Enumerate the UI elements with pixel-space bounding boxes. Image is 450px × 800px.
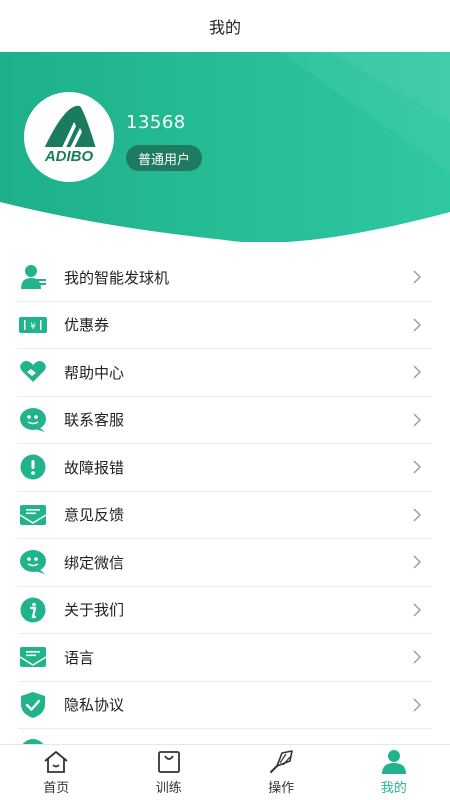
menu-item-label: 绑定微信 <box>64 553 125 572</box>
tab-label: 首页 <box>43 781 70 796</box>
chat-icon <box>18 405 48 435</box>
person-icon <box>381 749 407 775</box>
menu-item-contact-support[interactable]: 联系客服 <box>18 397 432 444</box>
chevron-right-icon <box>410 270 424 284</box>
profile-page: 我的 ADIBO 13568 普通用户 我的智能发球机 ¥ 优惠券 帮助中心 联… <box>0 0 450 800</box>
shuttlecock-icon <box>268 749 294 775</box>
chevron-right-icon <box>410 413 424 427</box>
tab-training[interactable]: 训练 <box>113 745 226 800</box>
menu-item-privacy-policy[interactable]: 隐私协议 <box>18 682 432 729</box>
menu-item-bind-wechat[interactable]: 绑定微信 <box>18 539 432 587</box>
menu-item-label: 语言 <box>64 648 95 667</box>
tab-mine[interactable]: 我的 <box>338 745 450 800</box>
bottom-tab-bar: 首页 训练 操作 我的 <box>0 744 450 800</box>
bag-icon <box>156 749 182 775</box>
svg-text:ADIBO: ADIBO <box>44 148 94 165</box>
menu-item-report-fault[interactable]: 故障报错 <box>18 444 432 492</box>
menu-item-my-device[interactable]: 我的智能发球机 <box>18 254 432 302</box>
handshake-icon <box>18 357 48 387</box>
menu-item-about-us[interactable]: 关于我们 <box>18 587 432 634</box>
brand-logo: ADIBO <box>24 92 114 182</box>
user-device-icon <box>18 262 48 292</box>
mail-icon <box>18 642 48 672</box>
title-bar: 我的 <box>0 0 450 52</box>
settings-menu: 我的智能发球机 ¥ 优惠券 帮助中心 联系客服 故障报错 意见反馈 绑定微信 关… <box>18 254 432 729</box>
home-icon <box>43 749 69 775</box>
menu-item-label: 隐私协议 <box>64 696 125 715</box>
mail-icon <box>18 500 48 530</box>
menu-item-label: 优惠券 <box>64 316 110 335</box>
profile-header: ADIBO 13568 普通用户 <box>0 52 450 242</box>
menu-item-label: 我的智能发球机 <box>64 268 170 287</box>
menu-item-feedback[interactable]: 意见反馈 <box>18 492 432 539</box>
user-phone: 13568 <box>126 112 186 133</box>
menu-item-label: 关于我们 <box>64 601 125 620</box>
menu-item-label: 联系客服 <box>64 411 125 430</box>
svg-text:¥: ¥ <box>30 322 36 332</box>
chevron-right-icon <box>410 555 424 569</box>
menu-item-language[interactable]: 语言 <box>18 634 432 682</box>
info-icon <box>18 595 48 625</box>
avatar[interactable]: ADIBO <box>24 92 114 182</box>
menu-item-label: 意见反馈 <box>64 506 125 525</box>
user-role-badge: 普通用户 <box>126 145 203 171</box>
tab-home[interactable]: 首页 <box>0 745 113 800</box>
menu-item-label: 帮助中心 <box>64 363 125 382</box>
tab-label: 我的 <box>380 781 407 796</box>
menu-item-help-center[interactable]: 帮助中心 <box>18 349 432 397</box>
shield-check-icon <box>18 690 48 720</box>
alert-icon <box>18 452 48 482</box>
chevron-right-icon <box>410 603 424 617</box>
tab-label: 训练 <box>155 781 182 796</box>
menu-item-label: 故障报错 <box>64 458 125 477</box>
coupon-icon: ¥ <box>18 310 48 340</box>
chevron-right-icon <box>410 365 424 379</box>
chevron-right-icon <box>410 698 424 712</box>
chevron-right-icon <box>410 318 424 332</box>
tab-label: 操作 <box>268 781 295 796</box>
menu-item-coupons[interactable]: ¥ 优惠券 <box>18 302 432 349</box>
wechat-icon <box>18 547 48 577</box>
tab-operation[interactable]: 操作 <box>225 745 338 800</box>
chevron-right-icon <box>410 650 424 664</box>
chevron-right-icon <box>410 460 424 474</box>
page-title: 我的 <box>208 18 241 37</box>
chevron-right-icon <box>410 508 424 522</box>
